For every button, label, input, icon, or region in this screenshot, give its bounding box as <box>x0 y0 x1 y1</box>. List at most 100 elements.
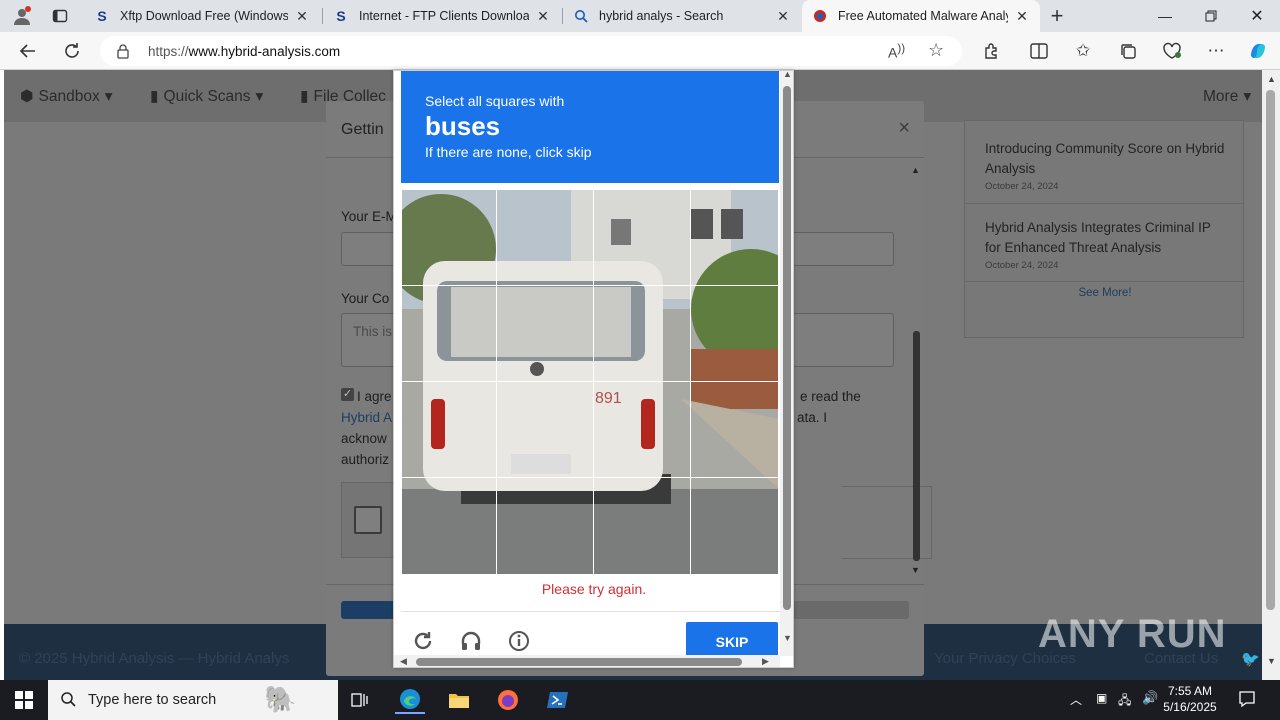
challenge-scrollbar-horizontal[interactable]: ◀ ▶ <box>394 655 780 667</box>
consent-line: e read the <box>800 389 861 404</box>
profile-icon[interactable] <box>8 2 36 30</box>
news-item-title[interactable]: Hybrid Analysis Integrates Criminal IP f… <box>985 218 1225 258</box>
news-item-title[interactable]: Introducing Community Score on Hybrid An… <box>985 139 1225 179</box>
favorites-icon[interactable]: ✩ <box>1069 37 1097 65</box>
tab-title: hybrid analys - Search <box>599 9 724 23</box>
taskbar-search[interactable]: Type here to search 🐘 <box>48 680 338 720</box>
grid-tile[interactable] <box>401 189 497 286</box>
collections-icon[interactable] <box>1114 37 1142 65</box>
back-icon[interactable] <box>14 37 42 65</box>
scroll-up-icon[interactable]: ▲ <box>911 165 920 175</box>
split-screen-icon[interactable] <box>1025 37 1053 65</box>
consent-checkbox[interactable]: ✓ <box>341 388 354 401</box>
tab-search[interactable]: hybrid analys - Search ✕ <box>563 0 801 32</box>
tray-chevron-icon[interactable]: ︿ <box>1070 691 1082 708</box>
scroll-thumb[interactable] <box>783 86 791 610</box>
scroll-left-icon[interactable]: ◀ <box>400 656 407 667</box>
grid-tile[interactable] <box>496 477 594 575</box>
firefox-icon[interactable] <box>493 686 523 714</box>
challenge-target: buses <box>425 111 501 141</box>
modal-scrollbar[interactable]: ▲ ▼ <box>910 163 924 578</box>
nav-sandbox[interactable]: ⬢ Sandbox ▾ <box>20 87 113 106</box>
grid-tile[interactable] <box>593 477 691 575</box>
windows-start-icon[interactable] <box>9 686 39 714</box>
grid-tile[interactable] <box>690 477 779 575</box>
scroll-thumb[interactable] <box>913 331 920 561</box>
tray-device-icon[interactable]: ▣ <box>1096 691 1107 705</box>
close-tab-icon[interactable]: ✕ <box>775 8 791 25</box>
more-menu-icon[interactable]: ⋯ <box>1202 37 1230 65</box>
task-view-icon[interactable] <box>345 686 375 714</box>
scroll-up-icon[interactable]: ▲ <box>783 71 792 79</box>
file-explorer-icon[interactable] <box>444 686 474 714</box>
tab-xftp[interactable]: S Xftp Download Free (Windows) - ✕ <box>84 0 320 32</box>
search-highlight-icon: 🐘 <box>264 684 297 714</box>
close-tab-icon[interactable]: ✕ <box>535 8 551 25</box>
scroll-down-icon[interactable]: ▼ <box>1267 656 1276 666</box>
see-more-link[interactable]: See More! <box>965 287 1245 299</box>
read-aloud-icon[interactable]: A)) <box>888 42 905 61</box>
reload-challenge-icon[interactable] <box>409 627 437 655</box>
search-placeholder: Type here to search <box>88 692 217 708</box>
new-tab-icon[interactable]: + <box>1043 2 1071 30</box>
page-scrollbar[interactable]: ▲ ▼ <box>1262 70 1280 680</box>
favorite-star-icon[interactable]: ☆ <box>928 40 944 61</box>
grid-tile[interactable] <box>401 477 497 575</box>
challenge-scrollbar-vertical[interactable]: ▲ ▼ <box>780 71 793 656</box>
copilot-icon[interactable] <box>1244 37 1272 65</box>
nav-quick-scans[interactable]: ▮ Quick Scans ▾ <box>150 87 263 106</box>
grid-tile[interactable] <box>401 381 497 478</box>
close-icon[interactable]: × <box>898 117 910 140</box>
address-bar[interactable]: https://www.hybrid-analysis.com A)) ☆ <box>100 36 962 66</box>
lock-icon[interactable] <box>116 43 130 62</box>
tab-ftp-clients[interactable]: S Internet - FTP Clients Downloads ✕ <box>323 0 561 32</box>
scroll-thumb[interactable] <box>416 658 742 666</box>
tab-hybrid-analysis[interactable]: Free Automated Malware Analysi ✕ <box>802 0 1040 32</box>
close-tab-icon[interactable]: ✕ <box>1014 8 1030 25</box>
scroll-down-icon[interactable]: ▼ <box>911 565 920 575</box>
grid-tile[interactable] <box>496 285 594 382</box>
consent-line: acknow <box>341 431 387 446</box>
recaptcha-challenge: Select all squares with buses If there a… <box>393 70 794 668</box>
extensions-icon[interactable] <box>977 37 1005 65</box>
grid-tile[interactable] <box>593 189 691 286</box>
twitter-icon[interactable]: 🐦 <box>1241 650 1260 668</box>
scroll-right-icon[interactable]: ▶ <box>762 656 769 667</box>
divider <box>965 203 1245 204</box>
terms-link[interactable]: Hybrid A <box>341 407 392 428</box>
audio-challenge-icon[interactable] <box>457 627 485 655</box>
minimize-icon[interactable]: — <box>1142 0 1188 32</box>
info-icon[interactable] <box>505 627 533 655</box>
close-window-icon[interactable]: ✕ <box>1234 0 1280 32</box>
grid-tile[interactable] <box>593 381 691 478</box>
cube-icon: ⬢ <box>20 88 34 105</box>
grid-tile[interactable] <box>496 189 594 286</box>
notifications-icon[interactable] <box>1238 690 1256 711</box>
system-clock[interactable]: 7:55 AM 5/16/2025 <box>1160 683 1220 715</box>
grid-tile[interactable] <box>593 285 691 382</box>
nav-more[interactable]: More ▾ <box>1203 87 1251 106</box>
recaptcha-checkbox[interactable] <box>354 506 382 534</box>
restore-icon[interactable] <box>1188 0 1234 32</box>
refresh-icon[interactable] <box>58 37 86 65</box>
browser-essentials-icon[interactable] <box>1158 37 1186 65</box>
close-tab-icon[interactable]: ✕ <box>294 8 310 25</box>
grid-tile[interactable] <box>690 189 779 286</box>
tab-actions-icon[interactable] <box>46 2 74 30</box>
tab-title: Free Automated Malware Analysi <box>838 9 1008 23</box>
news-item-date: October 24, 2024 <box>985 181 1059 192</box>
tab-title: Internet - FTP Clients Downloads <box>359 9 529 23</box>
grid-tile[interactable] <box>690 381 779 478</box>
network-icon[interactable]: 🖧 <box>1118 691 1131 712</box>
powershell-icon[interactable] <box>543 686 573 714</box>
edge-taskbar-icon[interactable] <box>395 686 425 714</box>
volume-icon[interactable]: 🔊 <box>1142 690 1158 706</box>
caret-down-icon: ▾ <box>255 88 264 105</box>
grid-tile[interactable] <box>496 381 594 478</box>
page-scroll-thumb[interactable] <box>1266 90 1275 610</box>
grid-tile[interactable] <box>690 285 779 382</box>
scroll-down-icon[interactable]: ▼ <box>783 633 792 643</box>
scroll-up-icon[interactable]: ▲ <box>1267 74 1276 84</box>
challenge-hint: If there are none, click skip <box>425 144 592 160</box>
grid-tile[interactable] <box>401 285 497 382</box>
